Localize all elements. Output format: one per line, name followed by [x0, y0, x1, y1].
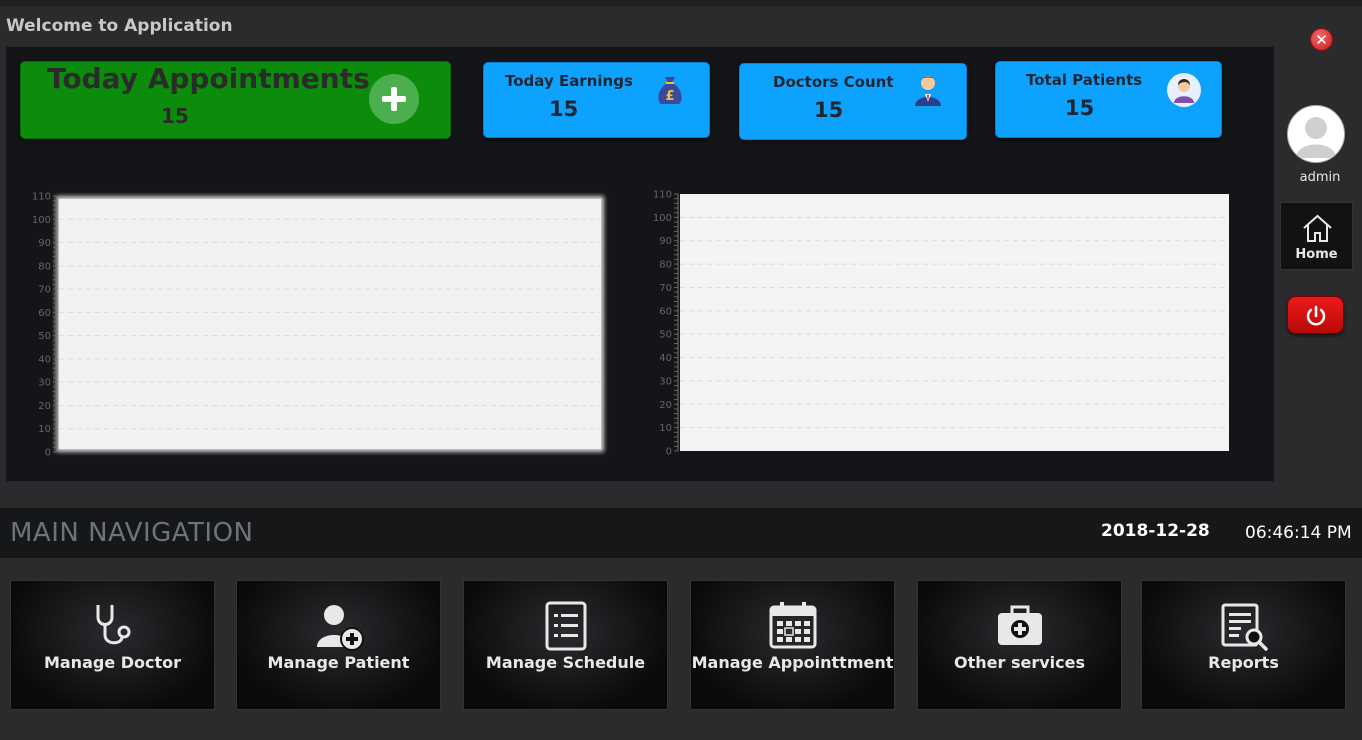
logout-button[interactable] [1287, 296, 1344, 334]
y-tick-label: 20 [38, 401, 51, 412]
user-avatar-icon [1296, 117, 1336, 158]
y-tick-label: 90 [659, 236, 672, 247]
y-tick-label: 40 [38, 354, 51, 365]
doctor-icon [915, 76, 941, 106]
doctors-count-title: Doctors Count [773, 73, 894, 91]
y-tick-label: 0 [45, 448, 51, 459]
y-tick-label: 40 [659, 353, 672, 364]
y-tick-label: 10 [38, 424, 51, 435]
manage-appointment-tile[interactable]: Manage Appointtment [690, 580, 895, 710]
y-tick-label: 100 [653, 213, 672, 224]
doctors-count-value: 15 [814, 98, 844, 122]
main-navigation-bar: MAIN NAVIGATION 2018-12-28 06:46:14 PM [0, 508, 1362, 558]
medical-kit-icon [997, 605, 1042, 645]
total-patients-card[interactable]: Total Patients 15 [995, 61, 1222, 138]
calendar-icon [769, 602, 816, 649]
y-tick-label: 50 [659, 330, 672, 341]
current-time: 06:46:14 PM [1245, 523, 1352, 543]
reports-tile[interactable]: Reports [1141, 580, 1346, 710]
window-title: Welcome to Application [6, 16, 233, 36]
manage-appointment-label: Manage Appointtment [691, 653, 894, 672]
manage-doctor-label: Manage Doctor [43, 653, 182, 672]
y-tick-label: 0 [666, 447, 672, 458]
manage-schedule-label: Manage Schedule [485, 653, 646, 672]
today-appointments-title: Today Appointments [47, 62, 370, 95]
left-chart: 0 10 20 30 40 50 60 70 80 90 100 110 [32, 192, 604, 459]
patient-icon [1167, 73, 1201, 107]
current-date: 2018-12-28 [1101, 521, 1210, 541]
y-tick-label: 80 [659, 260, 672, 271]
user-name: admin [1299, 170, 1341, 185]
add-appointment-icon[interactable] [369, 74, 419, 124]
y-tick-label: 60 [38, 308, 51, 319]
close-button[interactable]: ✕ [1310, 28, 1333, 51]
y-tick-label: 100 [32, 215, 51, 226]
main-navigation-title: MAIN NAVIGATION [10, 518, 254, 548]
y-tick-label: 50 [38, 331, 51, 342]
doctors-count-card[interactable]: Doctors Count 15 [739, 63, 967, 140]
other-services-tile[interactable]: Other services [917, 580, 1122, 710]
manage-patient-tile[interactable]: Manage Patient [236, 580, 441, 710]
other-services-label: Other services [954, 653, 1085, 672]
report-search-icon [1221, 603, 1268, 651]
y-tick-label: 110 [32, 192, 51, 203]
today-earnings-card[interactable]: Today Earnings 15 £ [483, 62, 710, 138]
top-strip [0, 0, 1362, 6]
home-button[interactable]: Home [1280, 202, 1353, 270]
home-icon [1303, 214, 1332, 242]
money-bag-icon: £ [658, 77, 682, 104]
total-patients-title: Total Patients [1026, 71, 1143, 89]
avatar[interactable] [1287, 105, 1345, 163]
close-icon: ✕ [1315, 31, 1328, 49]
add-user-icon [316, 605, 364, 651]
manage-doctor-tile[interactable]: Manage Doctor [10, 580, 215, 710]
y-tick-label: 30 [659, 376, 672, 387]
stethoscope-icon [96, 605, 130, 645]
y-tick-label: 80 [38, 261, 51, 272]
today-earnings-title: Today Earnings [505, 72, 633, 90]
right-chart: 0 10 20 30 40 50 60 70 80 90 100 110 [653, 190, 1229, 458]
list-icon [545, 601, 586, 651]
y-tick-label: 110 [653, 190, 672, 201]
power-icon [1306, 305, 1326, 326]
y-tick-label: 70 [659, 283, 672, 294]
y-tick-label: 60 [659, 306, 672, 317]
y-tick-label: 70 [38, 285, 51, 296]
y-tick-label: 90 [38, 238, 51, 249]
y-tick-label: 10 [659, 423, 672, 434]
y-tick-label: 20 [659, 400, 672, 411]
today-appointments-card[interactable]: Today Appointments 15 [20, 61, 451, 139]
today-earnings-value: 15 [549, 97, 579, 121]
today-appointments-value: 15 [161, 104, 189, 128]
manage-schedule-tile[interactable]: Manage Schedule [463, 580, 668, 710]
home-label: Home [1295, 247, 1338, 262]
manage-patient-label: Manage Patient [267, 653, 410, 672]
total-patients-value: 15 [1065, 96, 1095, 120]
svg-text:£: £ [665, 89, 674, 104]
y-tick-label: 30 [38, 378, 51, 389]
reports-label: Reports [1208, 653, 1279, 672]
